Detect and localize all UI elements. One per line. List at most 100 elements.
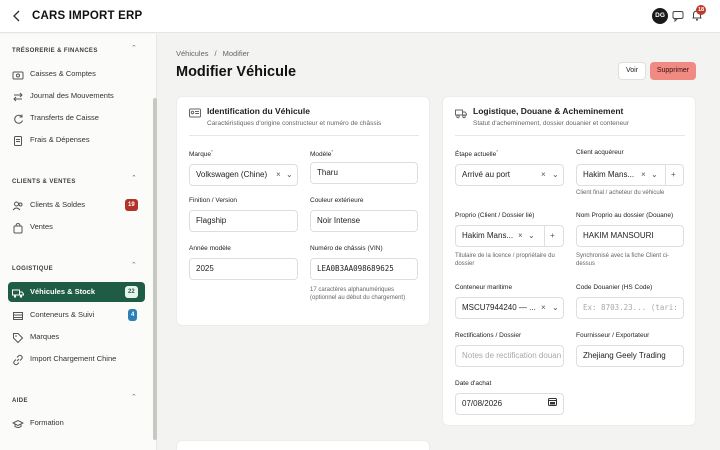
sidebar-item-frais[interactable]: Frais & Dépenses bbox=[8, 130, 145, 150]
sidebar-item-import[interactable]: Import Chargement Chine bbox=[8, 349, 145, 369]
sidebar-section-title: TRÉSORERIE & FINANCES bbox=[12, 48, 98, 54]
field-label: Date d'achat bbox=[455, 380, 492, 387]
collapse-chevron-icon[interactable]: ⌃ bbox=[131, 261, 137, 269]
supprimer-button[interactable]: Supprimer bbox=[650, 62, 696, 80]
field-label: Numéro de châssis (VIN) bbox=[310, 245, 383, 252]
sidebar-item-label: Transferts de Caisse bbox=[30, 113, 99, 122]
card-subtitle: Caractéristiques d'origine constructeur … bbox=[207, 120, 382, 127]
field-label: Couleur extérieure bbox=[310, 197, 364, 204]
sidebar-scrollbar[interactable] bbox=[153, 98, 157, 440]
clear-icon[interactable]: × bbox=[518, 226, 523, 246]
sidebar-item-marques[interactable]: Marques bbox=[8, 327, 145, 347]
date-input[interactable]: 07/08/2026 bbox=[455, 393, 564, 415]
users-icon bbox=[12, 199, 24, 211]
breadcrumb-link[interactable]: Véhicules bbox=[176, 49, 209, 58]
sidebar-item-label: Marques bbox=[30, 332, 60, 341]
clear-icon[interactable]: × bbox=[541, 298, 546, 318]
sidebar-item-label: Import Chargement Chine bbox=[30, 354, 117, 363]
chevron-down-icon[interactable]: ⌄ bbox=[651, 165, 658, 185]
proprio-select[interactable]: Hakim Mans... × ⌄ + bbox=[455, 225, 564, 247]
clear-icon[interactable]: × bbox=[276, 165, 281, 185]
proprio-help-text: Titulaire de la licence / propriétaire d… bbox=[455, 253, 555, 267]
conteneur-select[interactable]: MSCU7944240 — ... × ⌄ bbox=[455, 297, 564, 319]
marque-select[interactable]: Volkswagen (Chine) × ⌄ bbox=[189, 164, 298, 186]
annee-input[interactable]: 2025 bbox=[189, 258, 298, 280]
sidebar-item-label: Caisses & Comptes bbox=[30, 69, 96, 78]
field-label: Finition / Version bbox=[189, 197, 238, 204]
fournisseur-input[interactable]: Zhejiang Geely Trading bbox=[576, 345, 684, 367]
breadcrumb-separator: / bbox=[214, 49, 217, 58]
sidebar-item-label: Conteneurs & Suivi bbox=[30, 310, 95, 319]
voir-button[interactable]: Voir bbox=[618, 62, 646, 80]
client-help-text: Client final / acheteur du véhicule bbox=[576, 190, 665, 196]
field-label: Conteneur maritime bbox=[455, 284, 513, 291]
sidebar-item-label: Véhicules & Stock bbox=[30, 287, 96, 296]
truck-icon bbox=[455, 106, 467, 119]
field-label: Client acquéreur bbox=[576, 149, 624, 156]
breadcrumb: Véhicules / Modifier bbox=[176, 49, 255, 58]
sidebar-item-conteneurs[interactable]: Conteneurs & Suivi 4 bbox=[8, 305, 145, 325]
hs-code-input[interactable]: Ex: 8703.23... (tari: bbox=[576, 297, 684, 319]
truck-icon bbox=[12, 286, 24, 298]
logistique-card: Logistique, Douane & Acheminement Statut… bbox=[442, 96, 696, 426]
link-icon bbox=[12, 353, 24, 366]
sidebar-item-caisses[interactable]: Caisses & Comptes bbox=[8, 64, 145, 84]
notification-badge: 18 bbox=[696, 5, 706, 15]
modele-input[interactable]: Tharu bbox=[310, 162, 418, 184]
chevron-down-icon[interactable]: ⌄ bbox=[528, 226, 535, 246]
field-label: Marque* bbox=[189, 149, 213, 159]
rectif-input[interactable]: Notes de rectification douan bbox=[455, 345, 564, 367]
sidebar-item-journal[interactable]: Journal des Mouvements bbox=[8, 86, 145, 106]
sidebar-item-vehicules[interactable]: Véhicules & Stock 22 bbox=[8, 282, 145, 302]
field-label: Étape actuelle* bbox=[455, 149, 498, 159]
sidebar-item-formation[interactable]: Formation bbox=[8, 413, 145, 433]
count-badge: 19 bbox=[125, 199, 138, 211]
client-select[interactable]: Hakim Mans... × ⌄ + bbox=[576, 164, 684, 186]
clear-icon[interactable]: × bbox=[541, 165, 546, 185]
main-content: Véhicules / Modifier Modifier Véhicule Voi… bbox=[158, 34, 720, 450]
chat-icon[interactable] bbox=[672, 9, 684, 23]
couleur-input[interactable]: Noir Intense bbox=[310, 210, 418, 232]
clear-icon[interactable]: × bbox=[641, 165, 646, 185]
collapse-chevron-icon[interactable]: ⌃ bbox=[131, 44, 137, 52]
count-badge: 22 bbox=[125, 286, 138, 298]
next-section-card bbox=[176, 440, 430, 450]
card-divider bbox=[455, 135, 685, 136]
card-subtitle: Statut d'acheminement, dossier douanier … bbox=[473, 120, 629, 127]
shopping-bag-icon bbox=[12, 221, 24, 234]
sidebar-section-title: AIDE bbox=[12, 398, 28, 404]
add-proprio-icon[interactable]: + bbox=[544, 226, 555, 246]
finition-input[interactable]: Flagship bbox=[189, 210, 298, 232]
sidebar-item-clients[interactable]: Clients & Soldes 19 bbox=[8, 195, 145, 215]
field-label: Nom Proprio au dossier (Douane) bbox=[576, 212, 674, 219]
chevron-down-icon[interactable]: ⌄ bbox=[286, 165, 293, 185]
sidebar-item-label: Clients & Soldes bbox=[30, 200, 86, 209]
calendar-icon[interactable] bbox=[548, 394, 557, 414]
tag-icon bbox=[12, 331, 24, 344]
sidebar-item-ventes[interactable]: Ventes bbox=[8, 217, 145, 237]
card-title: Identification du Véhicule bbox=[207, 106, 310, 116]
collapse-chevron-icon[interactable]: ⌃ bbox=[131, 393, 137, 401]
container-icon bbox=[12, 309, 24, 321]
card-title: Logistique, Douane & Acheminement bbox=[473, 106, 624, 116]
count-badge: 4 bbox=[128, 309, 138, 321]
vin-input[interactable]: LEA0B3AA098689625 bbox=[310, 258, 418, 280]
card-divider bbox=[189, 135, 419, 136]
collapse-chevron-icon[interactable]: ⌃ bbox=[131, 174, 137, 182]
add-client-icon[interactable]: + bbox=[665, 165, 676, 185]
refresh-icon bbox=[12, 112, 24, 124]
chevron-down-icon[interactable]: ⌄ bbox=[552, 298, 559, 318]
nom-proprio-input[interactable]: HAKIM MANSOURI bbox=[576, 225, 684, 247]
back-chevron-icon[interactable] bbox=[10, 8, 24, 24]
sidebar-item-transferts[interactable]: Transferts de Caisse bbox=[8, 108, 145, 128]
sidebar-section-title: CLIENTS & VENTES bbox=[12, 179, 76, 185]
sidebar-item-label: Ventes bbox=[30, 222, 53, 231]
field-label: Proprio (Client / Dossier lié) bbox=[455, 212, 535, 219]
field-label: Modèle* bbox=[310, 149, 334, 159]
avatar[interactable]: DG bbox=[652, 8, 668, 24]
cash-register-icon bbox=[12, 68, 24, 80]
chevron-down-icon[interactable]: ⌄ bbox=[552, 165, 559, 185]
breadcrumb-current: Modifier bbox=[222, 49, 250, 58]
vin-help-text: 17 caractères alphanumériques (optionnel… bbox=[310, 287, 406, 301]
etape-select[interactable]: Arrivé au port × ⌄ bbox=[455, 164, 564, 186]
